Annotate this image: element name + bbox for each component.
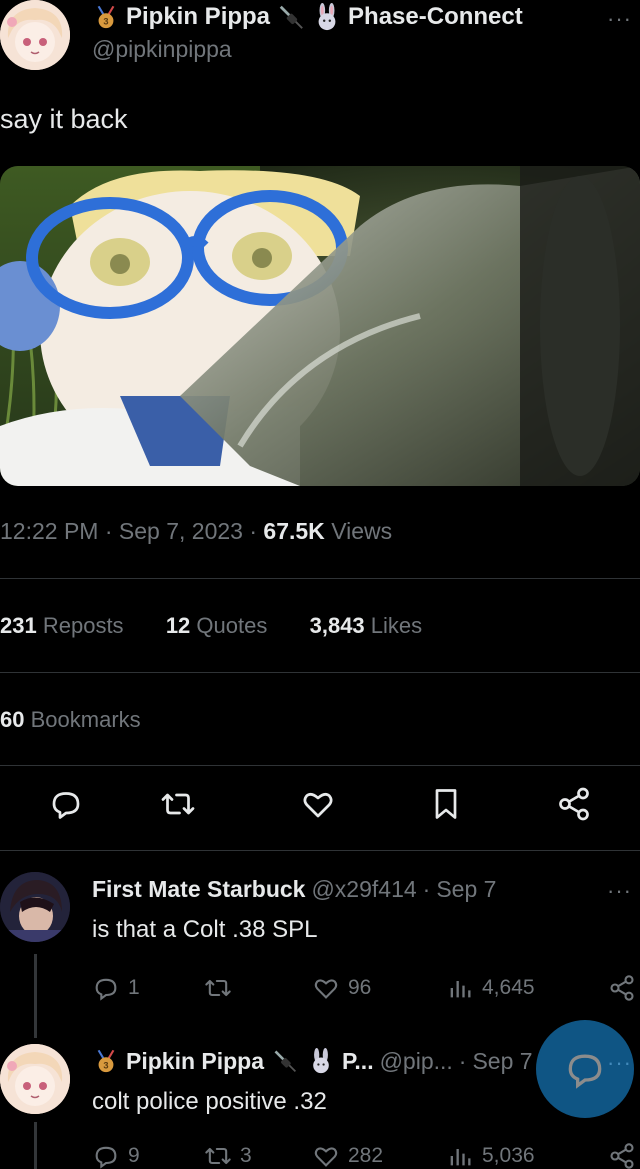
views-icon — [450, 981, 471, 998]
views-label: Views — [331, 518, 393, 544]
reply-text: colt police positive .32 — [92, 1088, 327, 1115]
like-icon — [314, 979, 338, 999]
views-count: 5,036 — [482, 1144, 535, 1167]
reply-author-name[interactable]: Pipkin Pippa — [126, 1048, 264, 1075]
reply-tweet[interactable]: First Mate Starbuck @x29f414 · Sep 7 ···… — [0, 872, 640, 1042]
share-icon — [610, 1143, 634, 1169]
quotes-stat[interactable]: 12 Quotes — [166, 613, 268, 638]
engagement-stats: 231 Reposts 12 Quotes 3,843 Likes — [0, 613, 422, 639]
reply-date[interactable]: Sep 7 — [436, 876, 496, 903]
author-avatar[interactable] — [0, 0, 70, 70]
tweet-meta: 12:22 PM · Sep 7, 2023 · 67.5K Views — [0, 518, 393, 544]
compose-reply-icon — [568, 1054, 602, 1089]
reply-author-avatar[interactable] — [0, 872, 70, 942]
tweet-time[interactable]: 12:22 PM — [0, 518, 98, 544]
affiliation-name[interactable]: Phase-Connect — [348, 3, 523, 31]
tweet-text: say it back — [0, 104, 128, 134]
like-count: 96 — [348, 976, 372, 999]
author-handle[interactable]: @pipkinpippa — [92, 36, 232, 63]
views-count: 4,645 — [482, 976, 535, 999]
divider — [0, 672, 640, 673]
reply-icon — [95, 978, 117, 1001]
divider — [0, 578, 640, 579]
medal-icon: 3 — [92, 3, 120, 31]
svg-text:3: 3 — [103, 1060, 108, 1070]
plug-icon — [276, 2, 306, 32]
reply-button[interactable]: 9 — [92, 1142, 140, 1169]
bookmark-icon[interactable] — [428, 786, 468, 826]
affiliation-name[interactable]: P... — [342, 1048, 374, 1075]
tweet-date[interactable]: Sep 7, 2023 — [119, 518, 243, 544]
reply-action-bar: 9 3 282 5,036 — [92, 1142, 640, 1169]
share-icon — [610, 975, 634, 1001]
reply-author-name[interactable]: First Mate Starbuck — [92, 876, 305, 903]
more-options-icon[interactable]: ··· — [607, 878, 632, 904]
like-count: 282 — [348, 1144, 384, 1167]
thread-line — [34, 954, 37, 1038]
views-button[interactable]: 4,645 — [446, 974, 535, 1002]
thread-line — [34, 1122, 37, 1169]
repost-icon — [205, 1147, 231, 1165]
bunny-icon — [312, 2, 342, 32]
more-options-icon[interactable]: ··· — [607, 6, 632, 32]
reply-handle[interactable]: @x29f414 — [311, 876, 416, 903]
share-icon[interactable] — [556, 786, 596, 826]
plug-icon — [270, 1046, 300, 1076]
reply-icon — [95, 1146, 117, 1169]
repost-button[interactable] — [204, 974, 240, 1002]
reply-icon[interactable] — [48, 786, 88, 826]
reply-handle[interactable]: @pip... — [380, 1048, 453, 1075]
reply-count: 1 — [128, 976, 140, 999]
like-icon[interactable] — [300, 786, 340, 826]
views-count: 67.5K — [263, 518, 325, 544]
repost-button[interactable]: 3 — [204, 1142, 252, 1169]
repost-icon[interactable] — [160, 786, 200, 826]
share-button[interactable] — [608, 1142, 636, 1169]
tweet-header: 3 Pipkin Pippa Phase-Connect @pipkinpipp… — [0, 0, 640, 80]
views-button[interactable]: 5,036 — [446, 1142, 535, 1169]
compose-reply-button[interactable] — [536, 1020, 634, 1118]
reply-action-bar: 1 96 4,645 — [92, 974, 640, 1010]
author-name[interactable]: Pipkin Pippa — [126, 3, 270, 31]
like-icon — [314, 1147, 338, 1167]
tweet-media-image[interactable] — [0, 166, 640, 486]
reply-button[interactable]: 1 — [92, 974, 140, 1002]
repost-icon — [205, 979, 231, 997]
repost-count: 3 — [240, 1144, 252, 1167]
reposts-stat[interactable]: 231 Reposts — [0, 613, 124, 638]
reply-author-avatar[interactable] — [0, 1044, 70, 1114]
tweet-action-bar — [0, 786, 640, 832]
share-button[interactable] — [608, 974, 636, 1002]
like-button[interactable]: 96 — [312, 974, 371, 1002]
views-icon — [450, 1149, 471, 1166]
reply-date[interactable]: Sep 7 — [472, 1048, 532, 1075]
likes-stat[interactable]: 3,843 Likes — [310, 613, 423, 638]
medal-icon: 3 — [92, 1047, 120, 1075]
bookmarks-stat[interactable]: 60 Bookmarks — [0, 707, 141, 733]
reply-text: is that a Colt .38 SPL — [92, 916, 318, 943]
divider — [0, 850, 640, 851]
like-button[interactable]: 282 — [312, 1142, 383, 1169]
bunny-icon — [306, 1046, 336, 1076]
divider — [0, 765, 640, 766]
badge-number: 3 — [103, 16, 108, 26]
reply-count: 9 — [128, 1144, 140, 1167]
